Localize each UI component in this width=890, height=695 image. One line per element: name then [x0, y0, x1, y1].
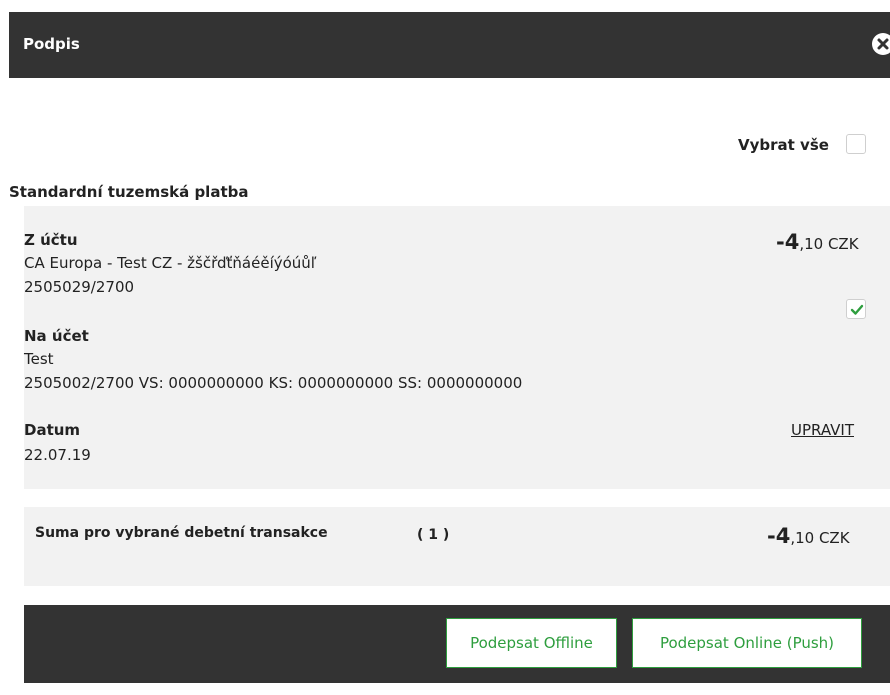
close-icon [877, 38, 889, 50]
transaction-checkbox[interactable] [846, 299, 866, 319]
select-all-label: Vybrat vše [738, 136, 829, 154]
to-account-name: Test [24, 350, 54, 368]
select-all-checkbox[interactable] [846, 134, 866, 154]
summary-box [24, 507, 890, 586]
to-account-label: Na účet [24, 327, 89, 345]
checkmark-icon [850, 304, 864, 315]
summary-amount-main: -4 [767, 524, 791, 548]
date-label: Datum [24, 421, 81, 439]
payment-group-title: Standardní tuzemská platba [9, 183, 249, 201]
summary-amount: -4,10 CZK [767, 524, 850, 548]
dialog-title: Podpis [23, 35, 80, 53]
from-account-number: 2505029/2700 [24, 278, 135, 296]
dialog-header: Podpis [9, 12, 890, 78]
transaction-card [24, 206, 890, 489]
transaction-amount: -4,10 CZK [776, 230, 859, 254]
to-account-details: 2505002/2700 VS: 0000000000 KS: 00000000… [24, 374, 523, 392]
summary-amount-rest: ,10 CZK [790, 529, 850, 547]
summary-label: Suma pro vybrané debetní transakce [35, 525, 328, 541]
sign-online-button[interactable]: Podepsat Online (Push) [632, 618, 862, 668]
transaction-amount-rest: ,10 CZK [799, 235, 859, 253]
close-button[interactable] [872, 33, 890, 55]
edit-link[interactable]: UPRAVIT [791, 421, 854, 439]
date-value: 22.07.19 [24, 446, 91, 464]
from-account-label: Z účtu [24, 231, 78, 249]
transaction-amount-main: -4 [776, 230, 800, 254]
summary-count: ( 1 ) [417, 527, 450, 543]
from-account-name: CA Europa - Test CZ - žščřďťňáéěíýóúůľ [24, 254, 317, 272]
sign-offline-button[interactable]: Podepsat Offline [446, 618, 617, 668]
